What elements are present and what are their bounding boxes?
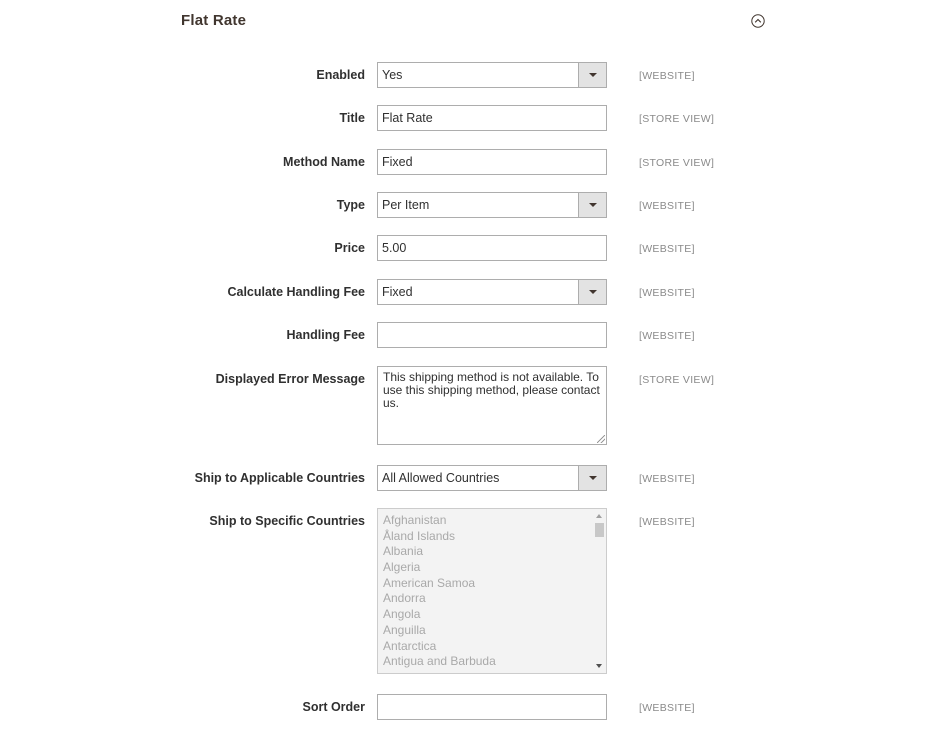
method-name-value: Fixed: [382, 155, 413, 169]
type-label: Type: [336, 198, 365, 212]
handling-fee-input[interactable]: [377, 322, 607, 348]
calc-handling-select[interactable]: Fixed: [377, 279, 607, 305]
country-option[interactable]: Antarctica: [383, 639, 606, 655]
enabled-scope: [WEBSITE]: [639, 70, 695, 82]
scroll-thumb[interactable]: [595, 523, 604, 537]
method-name-label: Method Name: [283, 155, 365, 169]
price-value: 5.00: [382, 241, 407, 255]
calc-handling-label: Calculate Handling Fee: [227, 285, 365, 299]
type-scope: [WEBSITE]: [639, 200, 695, 212]
caret-down-icon[interactable]: [578, 466, 606, 490]
scrollbar[interactable]: [594, 510, 605, 672]
title-input[interactable]: Flat Rate: [377, 105, 607, 131]
method-name-scope: [STORE VIEW]: [639, 157, 715, 169]
country-option[interactable]: Antigua and Barbuda: [383, 654, 606, 670]
specific-countries-multiselect[interactable]: Afghanistan Åland Islands Albania Algeri…: [377, 508, 607, 674]
error-message-textarea[interactable]: This shipping method is not available. T…: [377, 366, 607, 445]
country-option[interactable]: Albania: [383, 544, 606, 560]
method-name-input[interactable]: Fixed: [377, 149, 607, 175]
handling-fee-scope: [WEBSITE]: [639, 330, 695, 342]
error-message-value: This shipping method is not available. T…: [383, 370, 600, 410]
specific-countries-label: Ship to Specific Countries: [209, 514, 365, 528]
scroll-up-arrow-icon[interactable]: [596, 514, 602, 518]
calc-handling-scope: [WEBSITE]: [639, 287, 695, 299]
type-value: Per Item: [382, 198, 430, 212]
caret-down-icon[interactable]: [578, 63, 606, 87]
scroll-down-arrow-icon[interactable]: [596, 664, 602, 668]
handling-fee-label: Handling Fee: [286, 328, 365, 342]
title-scope: [STORE VIEW]: [639, 113, 715, 125]
country-option[interactable]: Anguilla: [383, 623, 606, 639]
enabled-label: Enabled: [316, 68, 365, 82]
applicable-countries-value: All Allowed Countries: [382, 471, 500, 485]
country-option[interactable]: Åland Islands: [383, 529, 606, 545]
section-title: Flat Rate: [181, 12, 247, 29]
error-message-label: Displayed Error Message: [215, 372, 365, 386]
price-label: Price: [334, 241, 365, 255]
title-value: Flat Rate: [382, 111, 433, 125]
specific-countries-scope: [WEBSITE]: [639, 516, 695, 528]
sort-order-label: Sort Order: [302, 700, 365, 714]
country-option[interactable]: American Samoa: [383, 576, 606, 592]
resize-handle-icon[interactable]: [597, 435, 605, 443]
sort-order-scope: [WEBSITE]: [639, 702, 695, 714]
enabled-value: Yes: [382, 68, 403, 82]
country-option[interactable]: Afghanistan: [383, 513, 606, 529]
country-option[interactable]: Algeria: [383, 560, 606, 576]
enabled-select[interactable]: Yes: [377, 62, 607, 88]
caret-down-icon[interactable]: [578, 280, 606, 304]
price-input[interactable]: 5.00: [377, 235, 607, 261]
error-message-scope: [STORE VIEW]: [639, 374, 715, 386]
caret-down-icon[interactable]: [578, 193, 606, 217]
country-option[interactable]: Andorra: [383, 591, 606, 607]
calc-handling-value: Fixed: [382, 285, 413, 299]
title-label: Title: [339, 111, 365, 125]
chevron-up-circle-icon[interactable]: [751, 14, 765, 28]
sort-order-input[interactable]: [377, 694, 607, 720]
applicable-countries-select[interactable]: All Allowed Countries: [377, 465, 607, 491]
type-select[interactable]: Per Item: [377, 192, 607, 218]
price-scope: [WEBSITE]: [639, 243, 695, 255]
country-option[interactable]: Angola: [383, 607, 606, 623]
applicable-countries-scope: [WEBSITE]: [639, 473, 695, 485]
applicable-countries-label: Ship to Applicable Countries: [194, 471, 365, 485]
